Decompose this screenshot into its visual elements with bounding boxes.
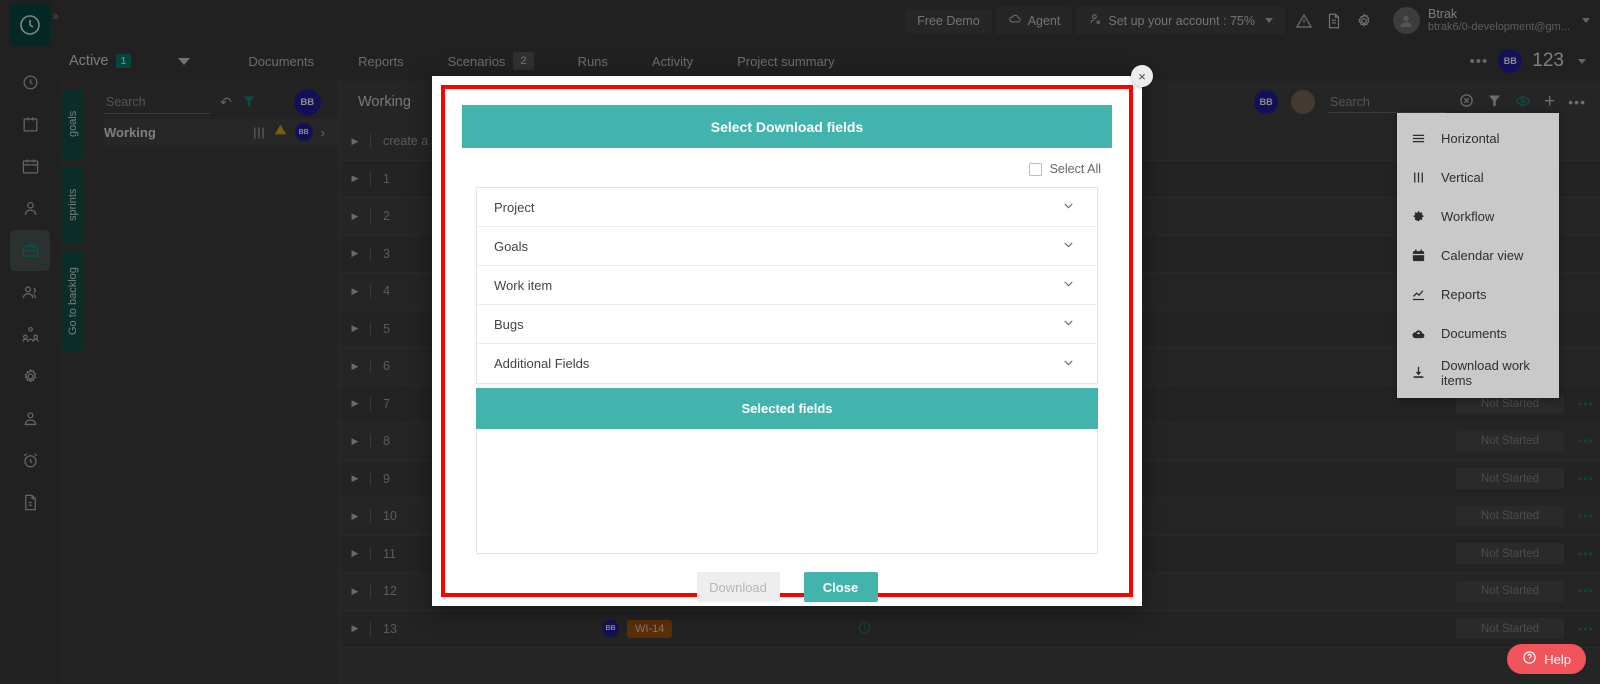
download-fields-dialog: Select Download fields Select All Projec… — [432, 76, 1142, 606]
question-icon — [1522, 650, 1537, 668]
chevron-down-icon[interactable] — [1062, 238, 1075, 254]
menu-item-vertical[interactable]: Vertical — [1397, 158, 1559, 197]
accordion-item-project[interactable]: Project — [477, 188, 1097, 227]
menu-item-horizontal[interactable]: Horizontal — [1397, 119, 1559, 158]
menu-item-download-work-items[interactable]: Download work items — [1397, 353, 1559, 392]
fields-accordion: Project Goals Work item — [476, 187, 1098, 384]
select-all-label: Select All — [1050, 162, 1101, 176]
accordion-label: Work item — [494, 278, 552, 293]
selected-fields-header: Selected fields — [476, 388, 1098, 429]
accordion-item-work-item[interactable]: Work item — [477, 266, 1097, 305]
chart-icon — [1411, 287, 1426, 302]
download-button[interactable]: Download — [697, 572, 780, 602]
selected-fields-area[interactable] — [476, 429, 1098, 554]
menu-item-label: Download work items — [1441, 358, 1545, 388]
accordion-label: Bugs — [494, 317, 524, 332]
help-button[interactable]: Help — [1507, 644, 1586, 674]
accordion-label: Goals — [494, 239, 528, 254]
chevron-down-icon[interactable] — [1062, 199, 1075, 215]
gear-icon — [1411, 209, 1426, 224]
close-icon[interactable]: × — [1131, 65, 1153, 87]
columns-icon — [1411, 170, 1426, 185]
chevron-down-icon[interactable] — [1062, 277, 1075, 293]
dialog-actions: Download Close — [445, 572, 1129, 602]
menu-item-label: Workflow — [1441, 209, 1494, 224]
menu-item-label: Vertical — [1441, 170, 1484, 185]
hamburger-icon — [1411, 131, 1426, 146]
menu-item-label: Calendar view — [1441, 248, 1523, 263]
menu-item-label: Documents — [1441, 326, 1507, 341]
accordion-item-goals[interactable]: Goals — [477, 227, 1097, 266]
dialog-body: Select Download fields Select All Projec… — [445, 89, 1129, 593]
select-all-row[interactable]: Select All — [445, 148, 1129, 176]
chevron-down-icon[interactable] — [1062, 316, 1075, 332]
screen-root: ›› Free Demo Agent Set up your account :… — [0, 0, 1600, 684]
accordion-label: Project — [494, 200, 534, 215]
download-icon — [1411, 365, 1426, 380]
menu-item-calendar-view[interactable]: Calendar view — [1397, 236, 1559, 275]
dialog-title: Select Download fields — [462, 105, 1112, 148]
view-options-menu: Horizontal Vertical Workflow Calendar vi… — [1397, 113, 1559, 398]
accordion-label: Additional Fields — [494, 356, 589, 371]
menu-item-label: Horizontal — [1441, 131, 1500, 146]
select-all-checkbox[interactable] — [1029, 163, 1042, 176]
calendar-icon — [1411, 248, 1426, 263]
menu-item-workflow[interactable]: Workflow — [1397, 197, 1559, 236]
menu-item-reports[interactable]: Reports — [1397, 275, 1559, 314]
close-button[interactable]: Close — [804, 572, 878, 602]
menu-item-label: Reports — [1441, 287, 1487, 302]
chevron-down-icon[interactable] — [1062, 356, 1075, 372]
accordion-item-additional-fields[interactable]: Additional Fields — [477, 344, 1097, 383]
cloud-upload-icon — [1411, 326, 1426, 342]
menu-item-documents[interactable]: Documents — [1397, 314, 1559, 353]
accordion-item-bugs[interactable]: Bugs — [477, 305, 1097, 344]
help-label: Help — [1544, 652, 1571, 667]
